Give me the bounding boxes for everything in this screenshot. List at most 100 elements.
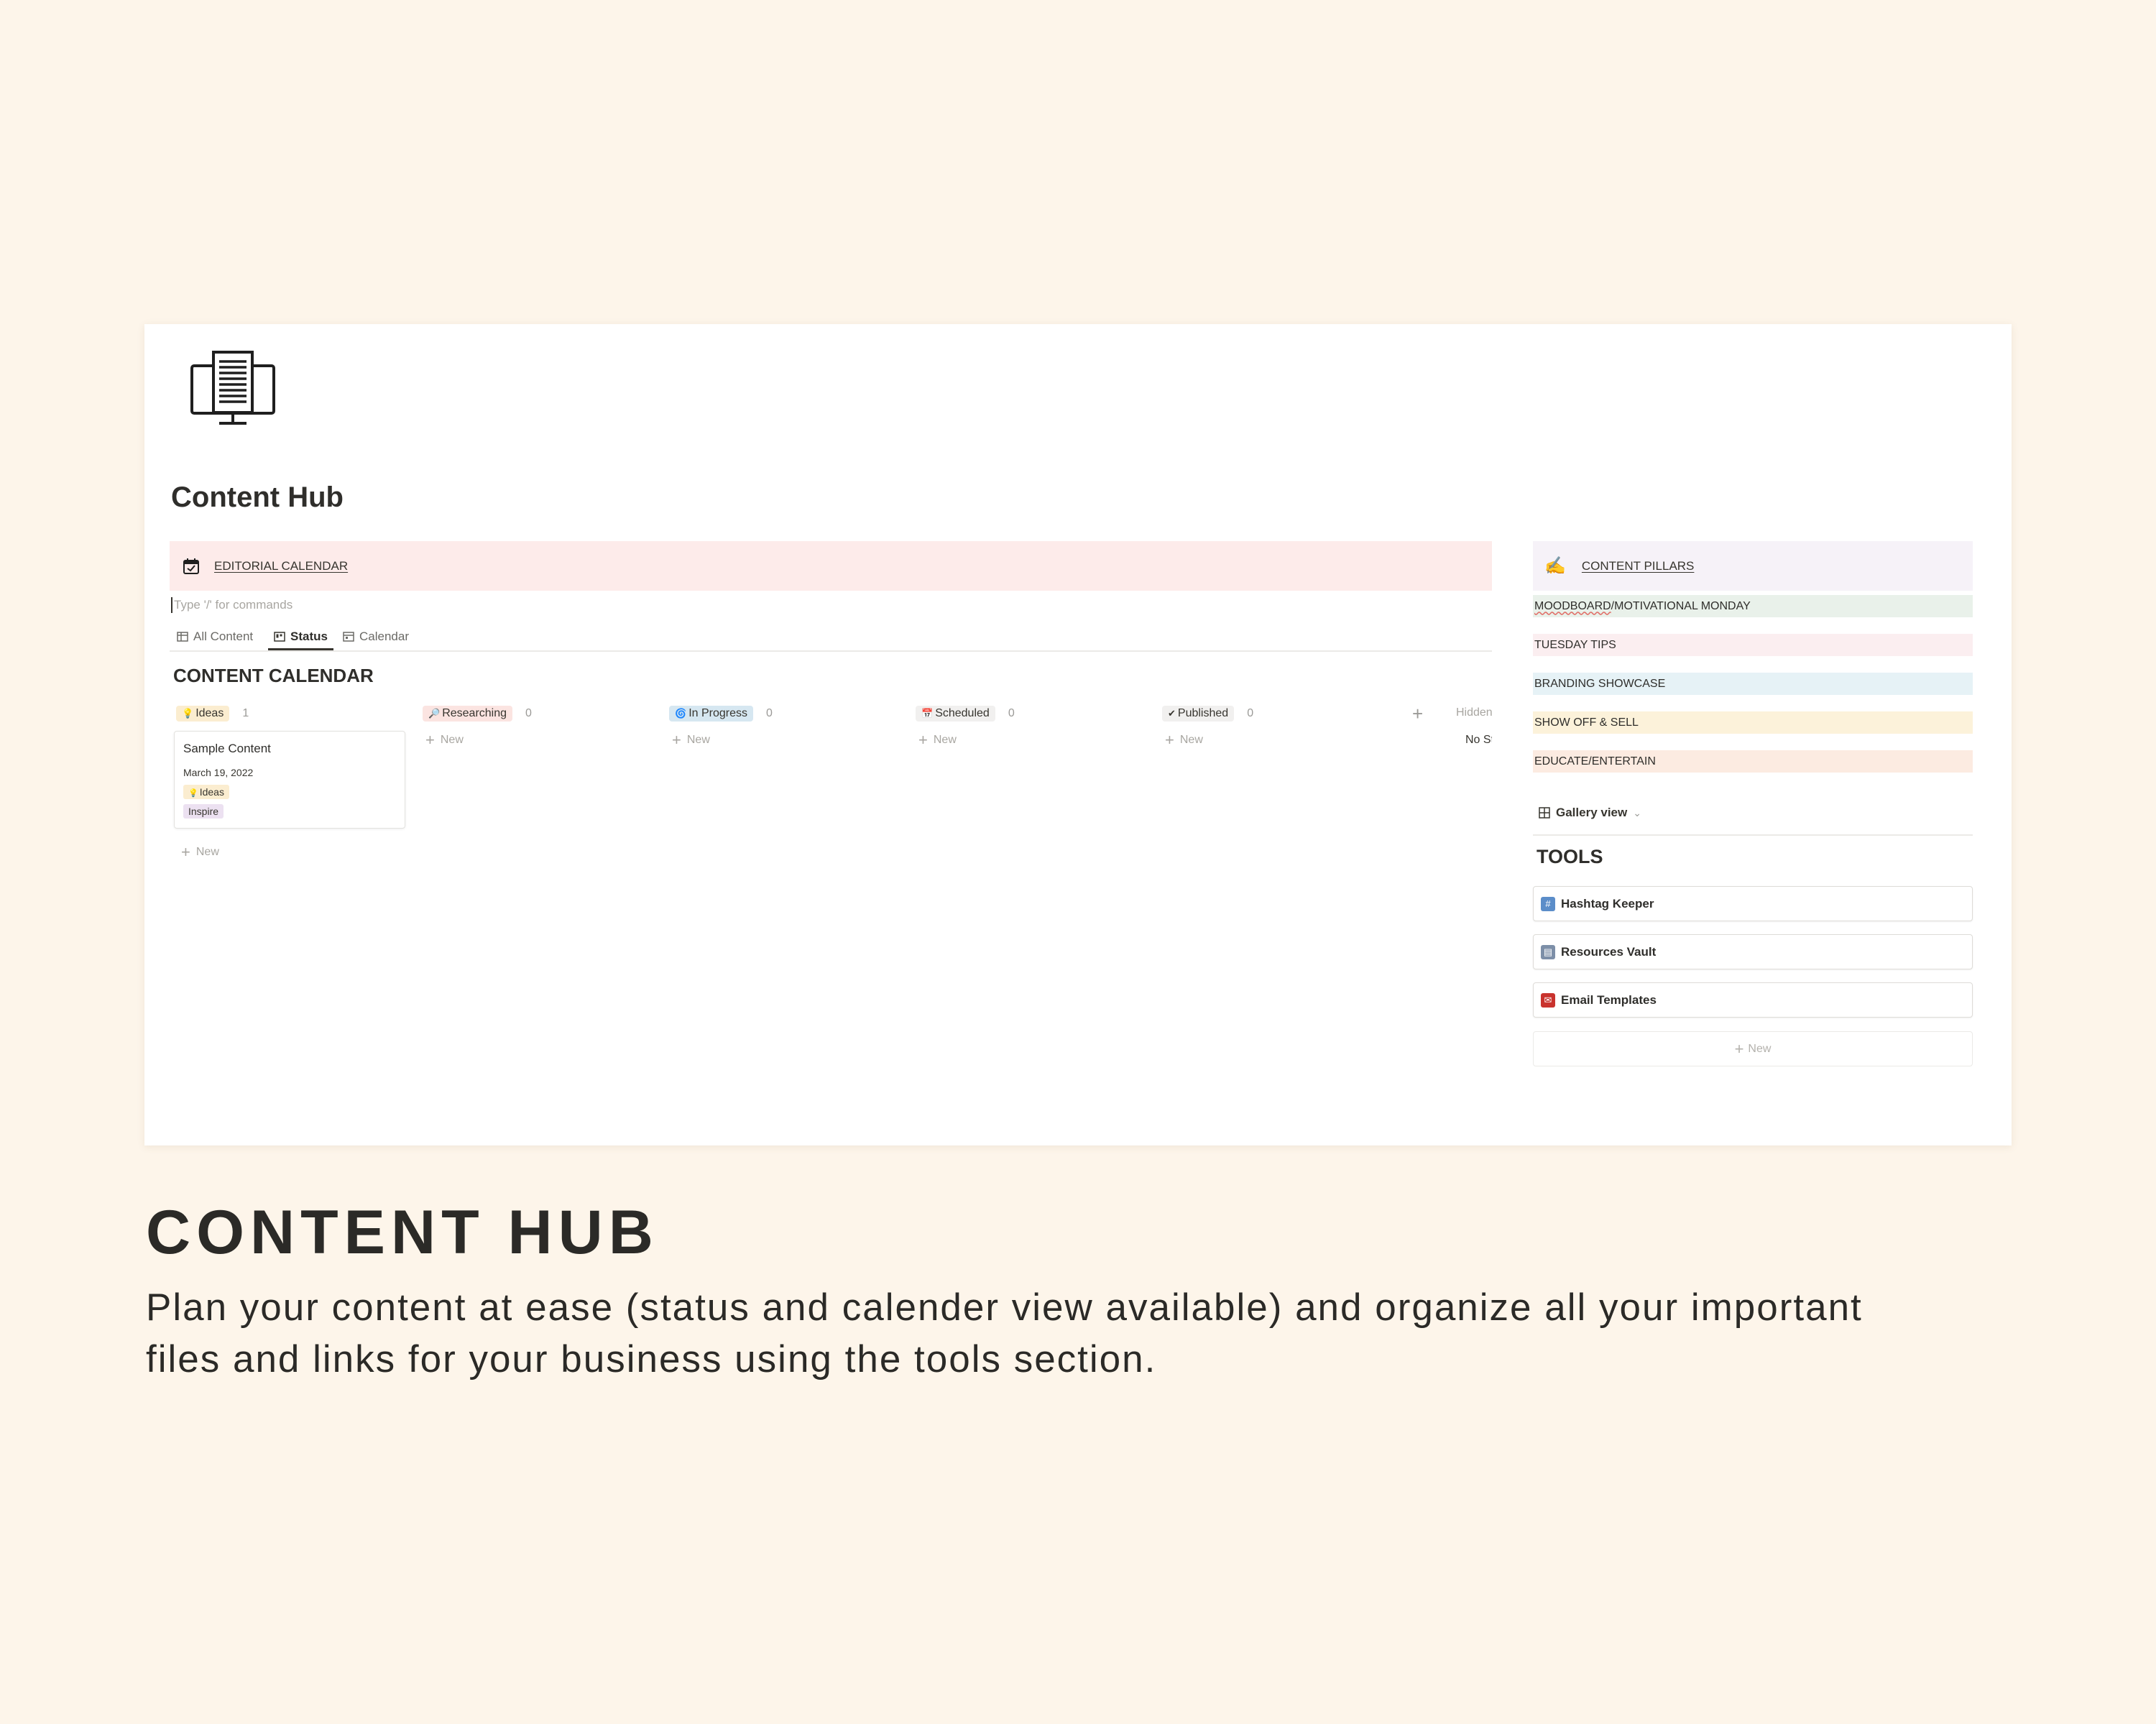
plus-icon: +: [181, 843, 190, 861]
command-placeholder[interactable]: Type '/' for commands: [171, 597, 292, 613]
pillar-item[interactable]: SHOW OFF & SELL: [1533, 711, 1973, 734]
computer-document-icon[interactable]: [188, 350, 278, 429]
calendar-check-icon: [183, 557, 201, 576]
new-label: New: [440, 734, 464, 746]
board-column-scheduled: 📅 Scheduled 0 + New: [916, 704, 1015, 748]
column-count: 0: [525, 707, 532, 719]
lightbulb-icon: 💡: [188, 789, 198, 798]
column-count: 0: [1008, 707, 1015, 719]
add-new-card-button[interactable]: + New: [178, 844, 219, 860]
editorial-calendar-callout[interactable]: EDITORIAL CALENDAR: [170, 541, 1492, 591]
tool-label: Resources Vault: [1561, 944, 1657, 959]
add-new-button[interactable]: + New: [916, 732, 1015, 748]
pillar-label: SHOW OFF & SELL: [1534, 716, 1639, 729]
pillar-label: BRANDING SHOWCASE: [1534, 677, 1666, 690]
card-date: March 19, 2022: [183, 767, 254, 778]
pillar-label: TUESDAY TIPS: [1534, 638, 1616, 651]
check-icon: ✔: [1168, 708, 1176, 719]
status-pill[interactable]: 💡 Ideas: [176, 706, 230, 722]
view-tabs: All Content Status Calendar: [170, 624, 1492, 652]
status-tag: 💡 Ideas: [183, 785, 229, 799]
tab-label: Status: [290, 629, 328, 643]
page-title[interactable]: Content Hub: [171, 481, 344, 514]
status-pill[interactable]: 🌀 In Progress: [669, 706, 753, 722]
status-label: Researching: [442, 707, 507, 719]
plus-icon: +: [1165, 731, 1174, 749]
add-group-button[interactable]: +: [1412, 704, 1423, 724]
pillar-label-suffix: /MOTIVATIONAL MONDAY: [1611, 599, 1751, 612]
board-column-ideas: 💡 Ideas 1: [176, 704, 249, 724]
tool-label: Email Templates: [1561, 992, 1657, 1007]
tool-label: Hashtag Keeper: [1561, 896, 1654, 911]
status-pill[interactable]: 📅 Scheduled: [916, 706, 995, 722]
board-column-published: ✔ Published 0 + New: [1162, 704, 1253, 748]
table-icon: [177, 632, 188, 642]
caption-title: CONTENT HUB: [146, 1198, 659, 1267]
tab-calendar[interactable]: Calendar: [343, 624, 409, 649]
pillar-tag: Inspire: [183, 804, 224, 819]
card-title: Sample Content: [183, 742, 271, 755]
pillar-item[interactable]: EDUCATE/ENTERTAIN: [1533, 750, 1973, 773]
caption-body: Plan your content at ease (status and ca…: [146, 1286, 1863, 1380]
board-icon: [274, 631, 285, 642]
tools-title[interactable]: TOOLS: [1537, 846, 1603, 868]
magnifier-icon: 🔎: [428, 708, 441, 719]
hidden-group-label: No Status: [1465, 734, 1492, 746]
editorial-calendar-link[interactable]: EDITORIAL CALENDAR: [214, 559, 348, 573]
hidden-group-no-status[interactable]: No Status: [1461, 734, 1492, 747]
plus-icon: +: [1734, 1039, 1744, 1058]
new-label: New: [1179, 734, 1203, 746]
board-column-in-progress: 🌀 In Progress 0 + New: [669, 704, 773, 748]
pillar-label: EDUCATE/ENTERTAIN: [1534, 755, 1656, 767]
file-box-icon: ▤: [1541, 944, 1555, 959]
pillar-label: MOODBOARD: [1534, 599, 1611, 612]
tab-status[interactable]: Status: [268, 624, 333, 650]
chevron-down-icon: ⌄: [1633, 806, 1641, 819]
calendar-icon: 📅: [921, 708, 934, 719]
plus-icon: +: [918, 731, 928, 749]
new-label: New: [195, 846, 219, 858]
hashtag-icon: #: [1541, 896, 1555, 911]
tool-card-hashtag-keeper[interactable]: # Hashtag Keeper: [1533, 886, 1973, 921]
tool-card-resources-vault[interactable]: ▤ Resources Vault: [1533, 934, 1973, 969]
board-title[interactable]: CONTENT CALENDAR: [173, 665, 374, 687]
writing-hand-icon: ✍️: [1544, 556, 1566, 576]
pillar-item[interactable]: TUESDAY TIPS: [1533, 634, 1973, 656]
add-new-button[interactable]: + New: [1162, 732, 1253, 748]
new-label: New: [686, 734, 710, 746]
gallery-view-label: Gallery view: [1556, 806, 1628, 819]
tool-card-email-templates[interactable]: ✉ Email Templates: [1533, 982, 1973, 1018]
add-tool-button[interactable]: + New: [1533, 1031, 1973, 1066]
lightbulb-icon: 💡: [182, 708, 194, 719]
status-pill[interactable]: ✔ Published: [1162, 706, 1235, 722]
plus-icon: +: [672, 731, 681, 749]
new-label: New: [933, 734, 957, 746]
calendar-icon: [343, 632, 354, 642]
add-new-button[interactable]: + New: [423, 732, 532, 748]
pillar-item[interactable]: MOODBOARD/MOTIVATIONAL MONDAY: [1533, 595, 1973, 617]
tab-label: Calendar: [359, 630, 409, 643]
status-tag-label: Ideas: [199, 786, 224, 798]
content-pillars-callout[interactable]: ✍️ CONTENT PILLARS: [1533, 541, 1973, 591]
mailbox-icon: ✉: [1541, 992, 1555, 1008]
cyclone-icon: 🌀: [675, 708, 687, 719]
column-count: 0: [766, 707, 773, 719]
content-pillars-link[interactable]: CONTENT PILLARS: [1582, 559, 1695, 573]
status-pill[interactable]: 🔎 Researching: [423, 706, 513, 722]
divider: [1533, 834, 1973, 836]
gallery-view-selector[interactable]: Gallery view ⌄: [1539, 806, 1641, 820]
hidden-groups-label[interactable]: Hidden groups: [1456, 706, 1492, 719]
new-label: New: [1748, 1042, 1772, 1055]
pillar-item[interactable]: BRANDING SHOWCASE: [1533, 673, 1973, 695]
status-label: Scheduled: [935, 707, 990, 719]
status-label: Ideas: [195, 707, 224, 719]
status-label: Published: [1177, 707, 1229, 719]
board-column-researching: 🔎 Researching 0 + New: [423, 704, 532, 748]
status-label: In Progress: [688, 707, 747, 719]
plus-icon: +: [425, 731, 435, 749]
column-count: 1: [242, 707, 249, 719]
column-count: 0: [1247, 707, 1254, 719]
add-new-button[interactable]: + New: [669, 732, 773, 748]
board-card[interactable]: Sample Content March 19, 2022 💡 Ideas Ins…: [174, 731, 405, 829]
tab-all-content[interactable]: All Content: [177, 624, 253, 649]
